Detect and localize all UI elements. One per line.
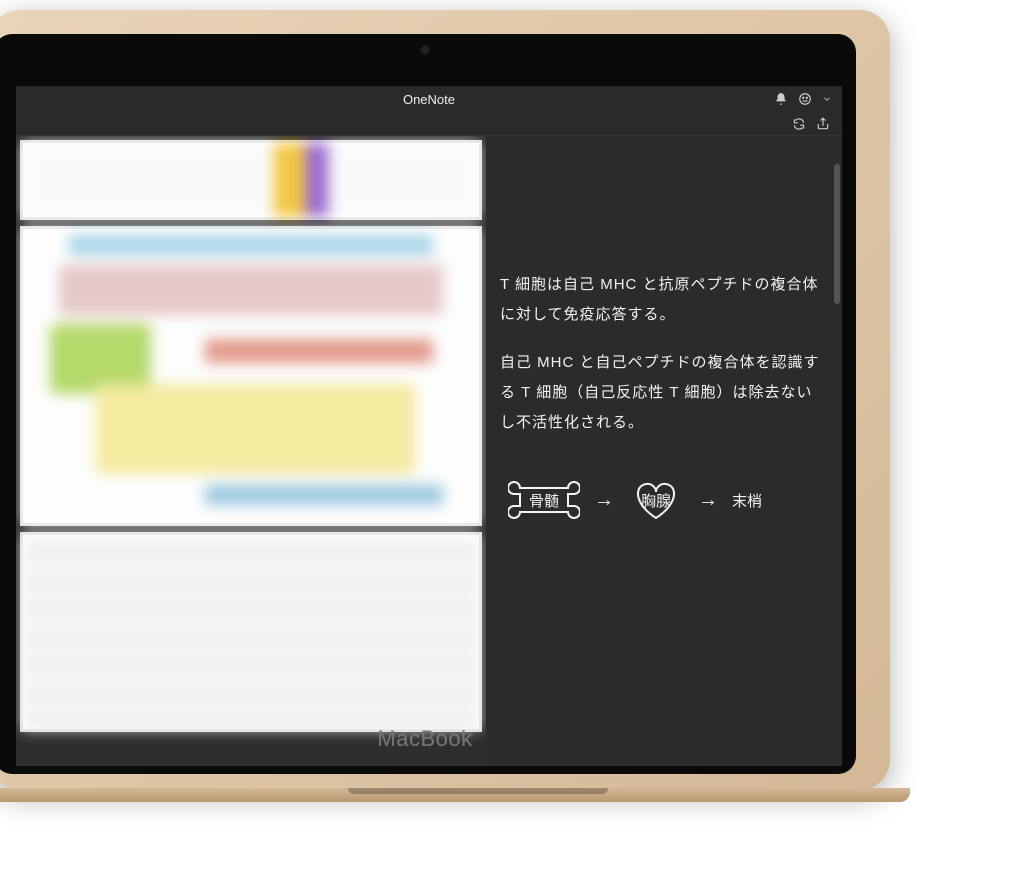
handwritten-text: T 細胞は自己 MHC と抗原ペプチドの複合体に対して免疫応答する。 自己 MH… bbox=[500, 270, 828, 438]
arrow-icon: → bbox=[594, 489, 614, 512]
pasted-image-2[interactable] bbox=[20, 226, 482, 526]
camera-dot bbox=[421, 46, 429, 54]
note-canvas[interactable]: T 細胞は自己 MHC と抗原ペプチドの複合体に対して免疫応答する。 自己 MH… bbox=[16, 136, 842, 766]
screen: OneNote bbox=[16, 86, 842, 766]
handwritten-notes-area[interactable]: T 細胞は自己 MHC と抗原ペプチドの複合体に対して免疫応答する。 自己 MH… bbox=[486, 136, 842, 766]
app-title: OneNote bbox=[403, 92, 455, 107]
diagram-node-heart: 胸腺 bbox=[628, 478, 684, 522]
macbook-hinge-notch bbox=[348, 788, 608, 794]
note-paragraph-1: T 細胞は自己 MHC と抗原ペプチドの複合体に対して免疫応答する。 bbox=[500, 270, 828, 330]
toolbar bbox=[16, 112, 842, 136]
macbook-frame: OneNote bbox=[0, 0, 1024, 869]
macbook-logo-text: MacBook bbox=[377, 726, 472, 752]
chevron-down-icon[interactable] bbox=[822, 94, 832, 104]
share-icon[interactable] bbox=[816, 117, 830, 131]
left-image-column bbox=[16, 136, 486, 766]
titlebar-icons bbox=[774, 86, 832, 112]
pasted-image-1[interactable] bbox=[20, 140, 482, 220]
macbook-bezel: OneNote bbox=[0, 34, 856, 774]
handwritten-diagram: 骨髄 → 胸腺 → 末梢 bbox=[500, 478, 828, 522]
macbook-body: OneNote bbox=[0, 10, 890, 790]
diagram-node-bone: 骨髄 bbox=[508, 480, 580, 520]
pasted-image-3[interactable] bbox=[20, 532, 482, 732]
smile-icon[interactable] bbox=[798, 92, 812, 106]
diagram-node-heart-label: 胸腺 bbox=[641, 490, 671, 511]
note-paragraph-2: 自己 MHC と自己ペプチドの複合体を認識する T 細胞（自己反応性 T 細胞）… bbox=[500, 348, 828, 438]
vertical-scrollbar[interactable] bbox=[834, 164, 840, 304]
arrow-icon: → bbox=[698, 489, 718, 512]
sync-icon[interactable] bbox=[792, 117, 806, 131]
titlebar: OneNote bbox=[16, 86, 842, 112]
bell-icon[interactable] bbox=[774, 92, 788, 106]
diagram-node-plain: 末梢 bbox=[732, 490, 762, 511]
diagram-node-bone-label: 骨髄 bbox=[529, 490, 559, 511]
